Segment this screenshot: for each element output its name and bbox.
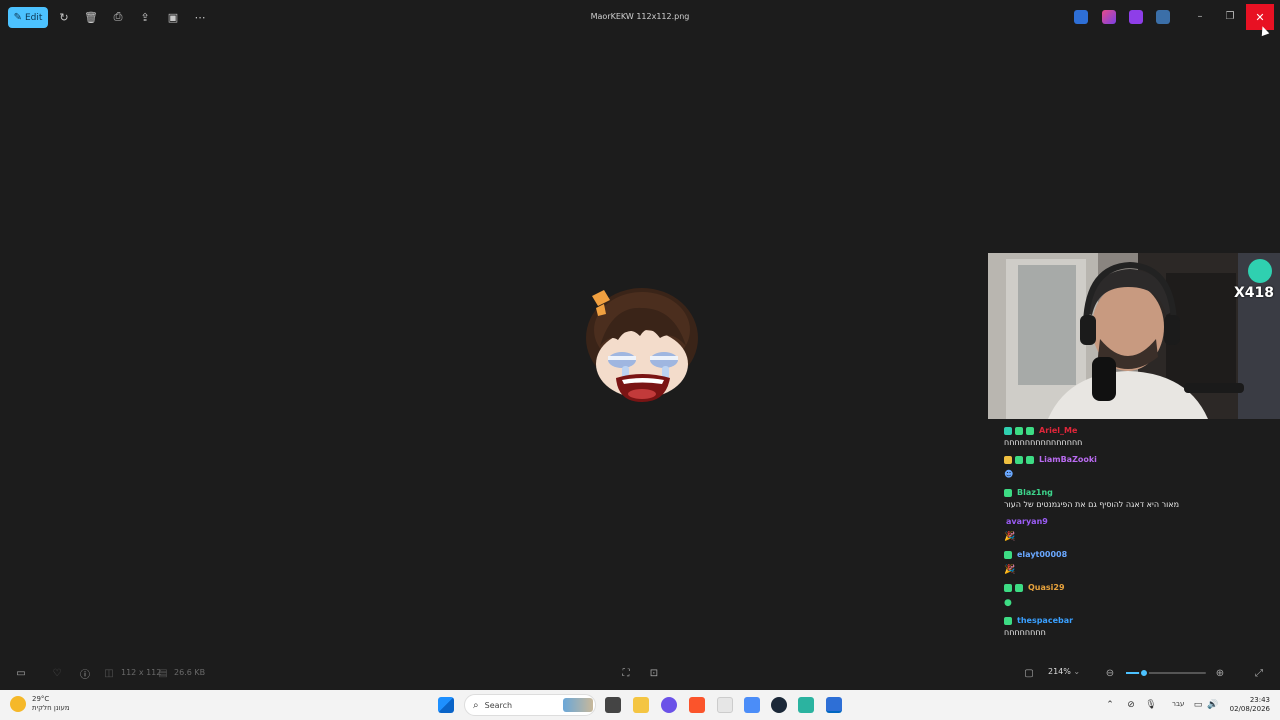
chat-message: Ariel_Me חחחחחחחחחחחחחחח <box>996 424 1280 449</box>
chat-emote: 🎉 <box>1004 565 1016 575</box>
task-view-icon[interactable] <box>605 697 621 713</box>
zoom-slider[interactable] <box>1126 668 1206 678</box>
search-highlight-image <box>563 698 593 712</box>
zoom-slider-thumb[interactable] <box>1139 668 1150 678</box>
fit-to-window-icon[interactable]: ⛶ <box>619 666 633 680</box>
chat-username: thespacebar <box>1017 616 1074 625</box>
weather-temp: 29°C <box>32 695 50 703</box>
chat-username: Blaz1ng <box>1017 488 1053 497</box>
chat-username: avaryan9 <box>1006 517 1048 526</box>
file-explorer-icon[interactable] <box>633 697 649 713</box>
dimensions-icon: ◫ <box>104 667 114 679</box>
badge-icon <box>1015 583 1023 592</box>
fit-view-icon[interactable]: ▢ <box>1022 666 1036 680</box>
badge-icon <box>1004 426 1012 435</box>
chat-message: elayt00008 🎉 <box>996 548 1280 577</box>
title-bar: ✎ Edit ↻ 🗑 ⎙ ⇪ ▣ ⋯ MaorKEKW 112x112.png … <box>0 0 1280 37</box>
network-off-icon[interactable]: ⊘ <box>1125 699 1137 711</box>
window-title: MaorKEKW 112x112.png <box>590 12 690 21</box>
file-size: 26.6 KB <box>174 668 206 677</box>
chat-username: Ariel_Me <box>1039 426 1078 435</box>
search-label: Search <box>484 700 513 710</box>
restore-icon[interactable]: ❐ <box>1223 9 1237 23</box>
brave-browser-icon[interactable] <box>689 697 705 713</box>
app-tray-icon-3[interactable] <box>1129 10 1143 24</box>
viewer-bottom-bar: ▭ ♡ ⓘ ◫ 112 x 112 ▤ 26.6 KB ⛶ ⊡ ▢ 214% ⌄… <box>0 660 1280 686</box>
chat-message: Blaz1ng מאור היא דאגה להוסיף גם את הפיגמ… <box>996 486 1280 511</box>
badge-icon <box>1004 616 1012 625</box>
weather-desc: מעונן חלקית <box>32 704 70 712</box>
minimize-icon[interactable]: – <box>1193 9 1207 23</box>
start-icon[interactable] <box>438 697 454 713</box>
chat-text: חחחחחחחחחחחחחחח <box>1004 438 1083 447</box>
app-icon[interactable] <box>717 697 733 713</box>
chat-username: LiamBaZooki <box>1039 455 1097 464</box>
chevron-up-icon[interactable]: ⌃ <box>1104 699 1116 711</box>
chat-emote: 🎉 <box>1004 532 1016 542</box>
chat-text: חחחחחחחח <box>1004 628 1046 637</box>
fullscreen-icon[interactable]: ⤢ <box>1252 666 1266 680</box>
language-indicator[interactable]: עבר <box>1172 700 1184 708</box>
file-size-icon: ▤ <box>158 667 168 679</box>
badge-icon <box>1004 550 1012 559</box>
zoom-value: 214% <box>1048 667 1071 676</box>
badge-icon <box>1026 455 1034 464</box>
webcam-feed: X418 <box>988 253 1280 419</box>
chat-message: avaryan9 🎉 <box>996 515 1280 544</box>
badge-icon <box>1004 455 1012 464</box>
app-tray-icon-2[interactable] <box>1102 10 1116 24</box>
chat-message: Quasi29 ● <box>996 581 1280 610</box>
display-icon[interactable]: ▭ <box>1192 699 1204 711</box>
weather-widget[interactable]: 29°C מעונן חלקית <box>10 695 70 713</box>
search-icon: ⌕ <box>473 699 479 711</box>
stream-chat: Ariel_Me חחחחחחחחחחחחחחח LiamBaZooki ☻ B… <box>996 424 1280 652</box>
chat-emote: ☻ <box>1004 470 1014 480</box>
chat-emote: ● <box>1004 598 1012 608</box>
zoom-dropdown[interactable]: 214% ⌄ <box>1048 667 1080 676</box>
app-icon[interactable] <box>744 697 760 713</box>
favorite-icon[interactable]: ♡ <box>50 666 64 680</box>
badge-icon <box>1004 583 1012 592</box>
chevron-down-icon: ⌄ <box>1073 667 1081 676</box>
webcam-badge: X418 <box>1233 285 1274 301</box>
badge-icon <box>1026 426 1034 435</box>
zoom-out-icon[interactable]: ⊖ <box>1103 666 1117 680</box>
app-tray-icon-4[interactable] <box>1156 10 1170 24</box>
chat-message: LiamBaZooki ☻ <box>996 453 1280 482</box>
chat-text: מאור היא דאגה להוסיף גם את הפיגמנטים של … <box>1004 500 1180 509</box>
app-icon[interactable] <box>798 697 814 713</box>
microphone-icon[interactable]: 🎙 <box>1145 699 1157 711</box>
badge-icon <box>1015 455 1023 464</box>
messenger-icon[interactable] <box>661 697 677 713</box>
info-icon[interactable]: ⓘ <box>78 666 92 681</box>
displayed-image <box>582 286 700 404</box>
date: 02/08/2026 <box>1229 705 1270 713</box>
time: 23:43 <box>1249 696 1270 704</box>
badge-icon <box>1015 426 1023 435</box>
actual-size-icon[interactable]: ⊡ <box>647 666 661 680</box>
app-tray-icon-1[interactable] <box>1074 10 1088 24</box>
clock[interactable]: 23:43 02/08/2026 <box>1226 696 1270 714</box>
volume-icon[interactable]: 🔊 <box>1207 699 1219 711</box>
badge-icon <box>1004 488 1012 497</box>
taskbar: 29°C מעונן חלקית ⌕ Search ⌃ ⊘ 🎙 עבר ▭ 🔊 … <box>0 690 1280 720</box>
sun-icon <box>10 696 26 712</box>
zoom-in-icon[interactable]: ⊕ <box>1213 666 1227 680</box>
close-icon: ✕ <box>1255 10 1265 24</box>
chat-message: thespacebar חחחחחחחח <box>996 614 1280 639</box>
chat-username: elayt00008 <box>1017 550 1068 559</box>
chat-username: Quasi29 <box>1028 583 1065 592</box>
filmstrip-icon[interactable]: ▭ <box>14 666 28 680</box>
photos-icon[interactable] <box>826 697 842 713</box>
steam-icon[interactable] <box>771 697 787 713</box>
search-box[interactable]: ⌕ Search <box>464 694 596 716</box>
